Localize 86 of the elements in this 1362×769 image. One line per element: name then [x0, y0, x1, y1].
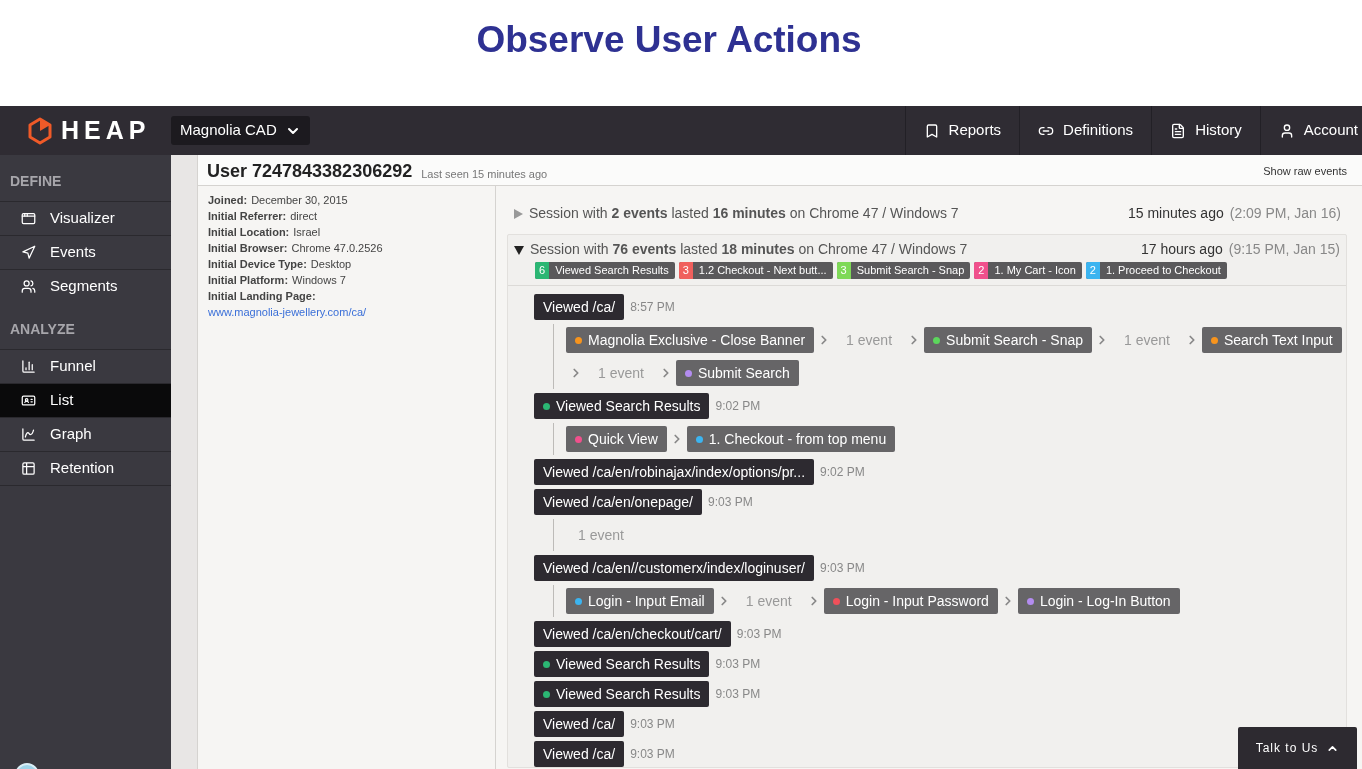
property-value: Desktop — [310, 257, 352, 272]
show-raw-events-link[interactable]: Show raw events — [1263, 166, 1347, 180]
disclosure-triangle-icon[interactable] — [514, 244, 524, 255]
last-seen-label: Last seen 15 minutes ago — [421, 169, 548, 180]
page-view-chip[interactable]: Viewed Search Results — [534, 681, 710, 707]
logo-wordmark: HEAP — [61, 114, 151, 146]
landing-page-link[interactable]: www.magnolia-jewellery.com/ca/ — [208, 304, 367, 320]
tag-label: 1.2 Checkout - Next butt... — [697, 263, 828, 279]
event-chip[interactable]: Quick View — [566, 426, 667, 452]
session-row[interactable]: Session with 2 events lasted 16 minutes on Chrome 47 / Windows 7 15 minutes ago (2:09 PM, Jan 16) — [507, 203, 1347, 224]
event-chip[interactable]: Magnolia Exclusive - Close Banner — [566, 327, 815, 353]
hexagon-logo-icon — [27, 116, 53, 145]
page-view-chip[interactable]: Viewed /ca/ — [534, 294, 625, 320]
tag-label: Submit Search - Snap — [855, 263, 966, 279]
property-value: Windows 7 — [292, 273, 346, 288]
page-view-chip[interactable]: Viewed /ca/ — [534, 741, 625, 767]
session-summary: Session with 76 events lasted 18 minutes on Chrome 47 / Windows 7 — [530, 240, 968, 259]
page-view-time: 9:03 PM — [715, 656, 761, 673]
line-chart-icon — [21, 427, 36, 442]
event-chip[interactable]: 1. Checkout - from top menu — [686, 426, 896, 452]
page-view-chip[interactable]: Viewed /ca/en/robinajax/index/options/pr... — [534, 459, 815, 485]
page-view-time: 9:03 PM — [820, 560, 865, 577]
count-badge: 3 — [678, 262, 693, 279]
session-time: (2:09 PM, Jan 16) — [1229, 204, 1341, 223]
event-count-tag[interactable]: 6 Viewed Search Results — [535, 262, 675, 279]
section-heading: ANALYZE — [10, 319, 75, 339]
property-label: Initial Browser: — [208, 241, 288, 256]
property-value: Israel — [293, 225, 321, 240]
event-count-tag[interactable]: 2 1. Proceed to Checkout — [1085, 262, 1227, 279]
talk-to-us-button[interactable]: Talk to Us — [1238, 727, 1357, 769]
table-icon — [21, 461, 36, 476]
page-view-time: 9:02 PM — [715, 398, 761, 415]
window-icon — [21, 211, 36, 226]
property-value: direct — [290, 209, 318, 224]
event-chip[interactable]: Submit Search — [675, 360, 799, 386]
bar-chart-icon — [21, 359, 36, 374]
event-chip[interactable]: Login - Input Email — [566, 588, 714, 614]
card-icon — [21, 393, 36, 408]
page-view-chip[interactable]: Viewed /ca/ — [534, 711, 625, 737]
project-dropdown[interactable]: Magnolia CAD — [171, 116, 310, 145]
event-chip[interactable]: Login - Input Password — [823, 588, 998, 614]
user-title: User 7247843382306292 — [207, 162, 413, 180]
page-view-time: 9:03 PM — [630, 716, 675, 733]
property-label: Initial Landing Page: — [208, 289, 316, 304]
document-icon — [1170, 122, 1187, 139]
property-label: Joined: — [208, 193, 248, 208]
page-view-chip[interactable]: Viewed /ca/en//customerx/index/loginuser/ — [534, 555, 814, 581]
session-panel[interactable] — [507, 234, 1347, 768]
session-time: (9:15 PM, Jan 15) — [1228, 240, 1340, 259]
event-chip[interactable]: Login - Log-In Button — [1017, 588, 1180, 614]
navigation-arrow-icon — [21, 245, 36, 260]
page-view-time: 9:03 PM — [736, 626, 782, 643]
session-ago: 17 hours ago — [1141, 240, 1223, 259]
sidebar-item[interactable]: List — [0, 383, 171, 417]
page-view-chip[interactable]: Viewed /ca/en/onepage/ — [534, 489, 702, 515]
property-label: Initial Location: — [208, 225, 290, 240]
session-summary: Session with 2 events lasted 16 minutes on Chrome 47 / Windows 7 — [529, 204, 959, 223]
event-chip[interactable]: Search Text Input — [1201, 327, 1342, 353]
slide-title: Observe User Actions — [476, 18, 862, 62]
property-value: December 30, 2015 — [251, 193, 348, 208]
tag-label: 1. Proceed to Checkout — [1104, 263, 1222, 279]
property-label: Initial Platform: — [208, 273, 289, 288]
page-view-time: 9:02 PM — [820, 464, 865, 481]
count-badge: 6 — [535, 262, 550, 279]
tag-label: 1. My Cart - Icon — [993, 263, 1077, 279]
event-chip[interactable]: Submit Search - Snap — [924, 327, 1092, 353]
property-label: Initial Referrer: — [208, 209, 287, 224]
page-view-time: 9:03 PM — [708, 494, 753, 511]
count-badge: 3 — [836, 262, 851, 279]
page-view-chip[interactable]: Viewed Search Results — [534, 651, 710, 677]
section-heading: DEFINE — [10, 171, 62, 191]
event-count-tag[interactable]: 3 Submit Search - Snap — [836, 262, 971, 279]
count-badge: 2 — [1085, 262, 1100, 279]
page-view-chip[interactable]: Viewed /ca/en/checkout/cart/ — [534, 621, 731, 647]
tag-label: Viewed Search Results — [554, 263, 670, 279]
users-icon — [21, 279, 36, 294]
event-count-tag[interactable]: 2 1. My Cart - Icon — [974, 262, 1082, 279]
page-view-chip[interactable]: Viewed Search Results — [534, 393, 710, 419]
property-value: Chrome 47.0.2526 — [291, 241, 383, 256]
event-count-tag[interactable]: 3 1.2 Checkout - Next butt... — [678, 262, 833, 279]
session-ago: 15 minutes ago — [1128, 204, 1224, 223]
page-view-time: 9:03 PM — [630, 746, 675, 763]
page-view-time: 9:03 PM — [715, 686, 761, 703]
page-view-time: 8:57 PM — [630, 299, 675, 316]
count-badge: 2 — [974, 262, 989, 279]
property-label: Initial Device Type: — [208, 257, 307, 272]
